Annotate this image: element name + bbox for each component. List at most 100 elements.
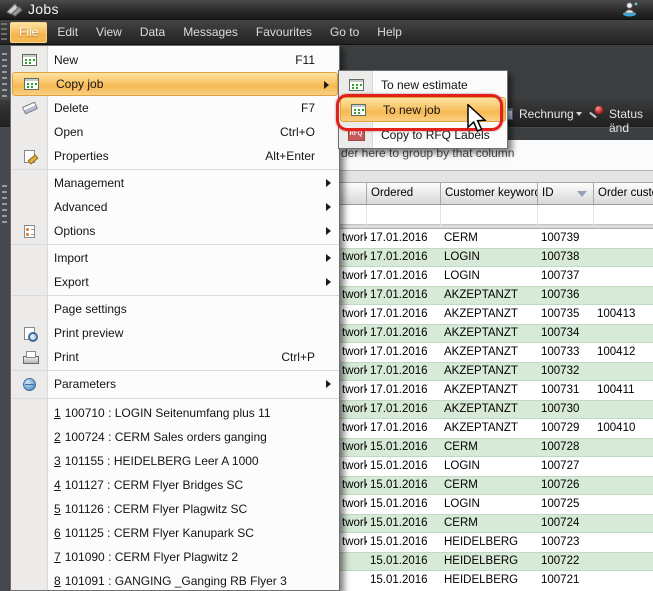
jobs-grid: der here to group by that column Ordered…: [338, 140, 653, 591]
recent-file-8[interactable]: 8101091 : GANGING _Ganging RB Flyer 3: [11, 569, 339, 591]
rechnung-button[interactable]: Rechnung: [519, 107, 574, 121]
table-row[interactable]: twork17.01.2016AKZEPTANZT100733100412: [339, 343, 653, 362]
cell-ordered: 15.01.2016: [367, 571, 441, 590]
column-header-order_customer[interactable]: Order custo: [594, 183, 653, 205]
table-row[interactable]: twork17.01.2016LOGIN100737: [339, 267, 653, 286]
menu-item-delete[interactable]: DeleteF7: [11, 96, 339, 120]
menu-item-import[interactable]: Import: [11, 246, 339, 270]
table-row[interactable]: twork17.01.2016AKZEPTANZT100735100413: [339, 305, 653, 324]
cell-status: twork: [339, 362, 367, 381]
menubar-item-help[interactable]: Help: [369, 22, 410, 43]
cell-id: 100725: [538, 495, 594, 514]
cell-customer: AKZEPTANZT: [441, 305, 538, 324]
menu-item-print[interactable]: PrintCtrl+P: [11, 345, 339, 369]
menubar-item-view[interactable]: View: [88, 22, 130, 43]
cell-order_customer: [594, 286, 653, 305]
recent-file-label: 101125 : CERM Flyer Kanupark SC: [65, 526, 254, 540]
filter-cell-customer[interactable]: [441, 205, 538, 225]
table-row[interactable]: twork17.01.2016CERM100739: [339, 229, 653, 248]
recent-file-5[interactable]: 5101126 : CERM Flyer Plagwitz SC: [11, 497, 339, 521]
table-row[interactable]: twork15.01.2016CERM100728: [339, 438, 653, 457]
menu-item-shortcut: Ctrl+P: [281, 350, 315, 364]
menu-item-advanced[interactable]: Advanced: [11, 195, 339, 219]
menu-item-properties[interactable]: PropertiesAlt+Enter: [11, 144, 339, 168]
cell-order_customer: [594, 400, 653, 419]
chevron-down-icon[interactable]: [576, 112, 582, 116]
cell-order_customer: 100413: [594, 305, 653, 324]
column-header-status[interactable]: [339, 183, 367, 205]
table-row[interactable]: twork15.01.2016CERM100724: [339, 514, 653, 533]
title-bar: Jobs: [0, 0, 653, 20]
menu-item-export[interactable]: Export: [11, 270, 339, 294]
menubar-item-file[interactable]: File: [10, 22, 47, 43]
table-row[interactable]: twork15.01.2016CERM100726: [339, 476, 653, 495]
submenu-item-to-new-job[interactable]: To new job: [340, 97, 506, 122]
column-header-label: Order custo: [598, 187, 653, 199]
menubar-item-favourites[interactable]: Favourites: [248, 22, 320, 43]
recent-file-1[interactable]: 1100710 : LOGIN Seitenumfang plus 11: [11, 401, 339, 425]
filter-cell-status[interactable]: [339, 205, 367, 225]
recent-file-7[interactable]: 7101090 : CERM Flyer Plagwitz 2: [11, 545, 339, 569]
menubar-grip[interactable]: [1, 23, 7, 41]
recent-file-label: 101127 : CERM Flyer Bridges SC: [65, 478, 244, 492]
table-row[interactable]: 15.01.2016HEIDELBERG100722: [339, 552, 653, 571]
user-status-icon[interactable]: [621, 1, 639, 22]
menubar-item-go-to[interactable]: Go to: [322, 22, 367, 43]
menubar-item-edit[interactable]: Edit: [49, 22, 86, 43]
table-row[interactable]: twork15.01.2016LOGIN100727: [339, 457, 653, 476]
cell-order_customer: [594, 552, 653, 571]
filter-cell-ordered[interactable]: [367, 205, 441, 225]
menu-item-print-preview[interactable]: Print preview: [11, 321, 339, 345]
cell-id: 100734: [538, 324, 594, 343]
cell-status: twork: [339, 419, 367, 438]
recent-file-6[interactable]: 6101125 : CERM Flyer Kanupark SC: [11, 521, 339, 545]
submenu-item-copy-to-rfq-labels[interactable]: RFQCopy to RFQ Labels: [339, 122, 507, 147]
cell-status: [339, 552, 367, 571]
menu-item-management[interactable]: Management: [11, 171, 339, 195]
menu-item-page-settings[interactable]: Page settings: [11, 297, 339, 321]
table-row[interactable]: twork17.01.2016AKZEPTANZT100731100411: [339, 381, 653, 400]
cell-order_customer: [594, 571, 653, 590]
table-row[interactable]: twork15.01.2016LOGIN100725: [339, 495, 653, 514]
menu-item-options[interactable]: Options: [11, 219, 339, 243]
properties-icon: [24, 150, 35, 163]
table-row[interactable]: twork17.01.2016AKZEPTANZT100734: [339, 324, 653, 343]
cell-id: 100738: [538, 248, 594, 267]
cell-order_customer: 100411: [594, 381, 653, 400]
recent-file-3[interactable]: 3101155 : HEIDELBERG Leer A 1000: [11, 449, 339, 473]
filter-cell-order_customer[interactable]: [594, 205, 653, 225]
menu-bar: FileEditViewDataMessagesFavouritesGo toH…: [0, 20, 653, 45]
menu-item-new[interactable]: NewF11: [11, 48, 339, 72]
cell-status: twork: [339, 267, 367, 286]
menu-item-label: Delete: [54, 101, 89, 115]
table-row[interactable]: twork17.01.2016LOGIN100738: [339, 248, 653, 267]
column-header-id[interactable]: ID: [538, 183, 594, 205]
cell-status: twork: [339, 324, 367, 343]
status-pin-icon[interactable]: [589, 106, 605, 120]
table-row[interactable]: twork17.01.2016AKZEPTANZT100730: [339, 400, 653, 419]
cell-ordered: 17.01.2016: [367, 305, 441, 324]
menu-item-label: New: [54, 53, 78, 67]
recent-file-2[interactable]: 2100724 : CERM Sales orders ganging: [11, 425, 339, 449]
table-row[interactable]: twork15.01.2016HEIDELBERG100723: [339, 533, 653, 552]
menu-item-open[interactable]: OpenCtrl+O: [11, 120, 339, 144]
menubar-item-messages[interactable]: Messages: [175, 22, 246, 43]
column-header-customer[interactable]: Customer keyword: [441, 183, 538, 205]
menu-item-label: Parameters: [54, 377, 116, 391]
menu-item-parameters[interactable]: Parameters: [11, 372, 339, 396]
recent-file-4[interactable]: 4101127 : CERM Flyer Bridges SC: [11, 473, 339, 497]
table-row[interactable]: twork17.01.2016AKZEPTANZT100736: [339, 286, 653, 305]
table-row[interactable]: twork17.01.2016AKZEPTANZT100729100410: [339, 419, 653, 438]
column-header-label: Ordered: [371, 187, 413, 199]
filter-cell-id[interactable]: [538, 205, 594, 225]
submenu-arrow-icon: [326, 227, 331, 235]
table-row[interactable]: 15.01.2016HEIDELBERG100721: [339, 571, 653, 590]
cell-id: 100721: [538, 571, 594, 590]
menu-item-copy-job[interactable]: Copy job: [12, 72, 338, 96]
cell-order_customer: 100412: [594, 343, 653, 362]
menubar-item-data[interactable]: Data: [132, 22, 173, 43]
submenu-item-to-new-estimate[interactable]: To new estimate: [339, 72, 507, 97]
status-change-button[interactable]: Status änd: [609, 107, 653, 135]
table-row[interactable]: twork17.01.2016AKZEPTANZT100732: [339, 362, 653, 381]
column-header-ordered[interactable]: Ordered: [367, 183, 441, 205]
